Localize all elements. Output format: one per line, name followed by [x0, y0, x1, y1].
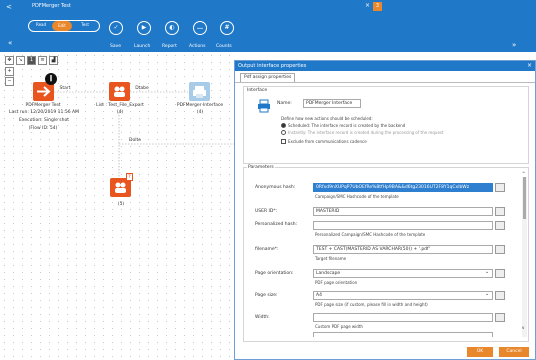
title-bar: < PDFMerger Test × 3 — [0, 0, 536, 14]
mode-read-button[interactable]: Read — [30, 20, 52, 31]
cancel-button[interactable]: Cancel — [499, 347, 529, 357]
edge-label: Dtabe — [135, 86, 149, 91]
scheduled-radio[interactable] — [281, 123, 286, 128]
warning-badge-icon: ? — [126, 173, 133, 181]
report-button[interactable]: Report — [162, 44, 177, 49]
page-orientation-picker-button[interactable] — [495, 269, 505, 278]
exclude-label: Exclude from communications cadence — [288, 139, 367, 144]
tab-divider — [235, 82, 535, 83]
anonymous-hash-help: Campaign/SMC Hashcode of the template — [315, 194, 399, 199]
share-icon[interactable]: < — [6, 2, 16, 12]
node-count: (4) — [116, 110, 124, 115]
name-label: Name: — [277, 101, 292, 106]
instantly-radio[interactable] — [281, 130, 286, 135]
ribbon: Read Edit Test « » ✓ Save ▶ Launch ◐ Rep… — [0, 14, 536, 52]
personalized-hash-picker-button[interactable] — [495, 221, 505, 230]
schedule-question: Define how new actions should be schedul… — [281, 116, 373, 121]
actions-button[interactable]: Actions — [189, 44, 205, 49]
ok-button[interactable]: OK — [467, 347, 493, 357]
next-field-input[interactable] — [313, 332, 493, 337]
dialog-close-icon[interactable]: × — [527, 61, 532, 71]
export-node[interactable] — [109, 82, 130, 101]
page-orientation-help: PDF page orientation — [315, 280, 358, 285]
user-id-input[interactable]: MASTERID — [313, 207, 493, 216]
page-size-label: Page size: — [255, 293, 278, 298]
filename-picker-button[interactable] — [495, 245, 505, 254]
edge-label: Start — [59, 86, 71, 91]
user-id-label: USER ID*: — [255, 209, 278, 214]
launch-button[interactable]: Launch — [134, 44, 150, 49]
anonymous-hash-input[interactable]: 0Rfxd9nXUPqP7UbOEfRe%8tfHp9BA&&d6tg23016… — [313, 183, 493, 192]
mode-edit-button[interactable]: Edit — [52, 21, 72, 31]
collapse-left-icon[interactable]: « — [8, 39, 12, 47]
output-interface-dialog: Output interface properties × Pdf assign… — [234, 60, 536, 360]
mode-test-button[interactable]: Test — [74, 20, 96, 31]
user-id-picker-button[interactable] — [495, 207, 505, 216]
page-orientation-label: Page orientation: — [255, 271, 294, 276]
workflow-canvas[interactable]: ✥ ↘ 1 ≡ ▟ + − ‖ PDFMerger Test Last run:… — [0, 52, 234, 360]
filename-label: filename*: — [255, 247, 279, 252]
personalized-hash-help: Personalized Campaign/SMC Hashcode of th… — [315, 232, 426, 237]
node-count: (5) — [117, 202, 125, 207]
printer-icon — [193, 86, 206, 98]
filename-help: Target filename — [315, 256, 347, 261]
filename-input[interactable]: TEST + CAST(MASTERID AS VARCHAR(50)) + '… — [313, 245, 493, 254]
edge-label: Dolte — [128, 138, 141, 143]
launch-icon[interactable]: ▶ — [137, 21, 151, 35]
page-size-select[interactable]: A4 — [313, 291, 493, 300]
parameters-section-label: Parameters — [247, 165, 275, 170]
chevron-down-icon: ⌄ — [485, 291, 490, 297]
node-label: PDFMerger Interface — [176, 103, 224, 108]
personalized-hash-label: Personalized hash: — [255, 222, 298, 227]
scroll-down-icon[interactable]: v — [522, 325, 524, 330]
report-icon[interactable]: ◐ — [165, 21, 179, 35]
window-title: PDFMerger Test — [32, 3, 71, 9]
width-input[interactable] — [313, 313, 493, 322]
width-picker-button[interactable] — [495, 313, 505, 322]
scroll-up-icon[interactable]: ^ — [522, 171, 525, 176]
node-label: List : Test_File_Export — [96, 103, 144, 108]
counts-button[interactable]: Counts — [216, 44, 232, 49]
scheduled-option-label: Scheduled: The interface record is creat… — [288, 123, 406, 128]
dialog-title: Output interface properties — [235, 61, 535, 71]
page-size-picker-button[interactable] — [495, 291, 505, 300]
pdf-interface-node[interactable] — [189, 82, 210, 101]
counts-icon[interactable]: # — [220, 21, 234, 35]
node-count: (4) — [196, 110, 204, 115]
tab-pdf-assign[interactable]: Pdf assign properties — [240, 73, 296, 82]
save-button[interactable]: Save — [110, 44, 121, 49]
chevron-down-icon: ⌄ — [485, 269, 490, 275]
scroll-thumb[interactable] — [523, 177, 526, 219]
personalized-hash-input[interactable] — [313, 221, 493, 230]
save-icon[interactable]: ✓ — [109, 21, 123, 35]
width-label: Width: — [255, 315, 270, 320]
printer-icon — [257, 99, 271, 113]
instantly-option-label: Instantly: The interface record is creat… — [288, 130, 444, 135]
width-help: Custom PDF page width — [315, 324, 363, 329]
anonymous-hash-picker-button[interactable] — [495, 183, 505, 192]
actions-icon[interactable]: … — [193, 21, 207, 35]
page-size-help: PDF page size (if custom, please fill in… — [315, 302, 428, 307]
exclude-checkbox[interactable] — [281, 139, 286, 144]
collapse-right-icon[interactable]: » — [512, 41, 516, 49]
anonymous-hash-label: Anonymous hash: — [255, 185, 296, 190]
interface-section-label: Interface — [247, 88, 268, 93]
close-icon[interactable]: × — [365, 2, 370, 9]
page-orientation-select[interactable]: Landscape — [313, 269, 493, 278]
notification-badge[interactable]: 3 — [373, 2, 382, 11]
users-icon — [114, 86, 125, 97]
name-input[interactable]: PDFMerger Interface — [303, 99, 361, 108]
